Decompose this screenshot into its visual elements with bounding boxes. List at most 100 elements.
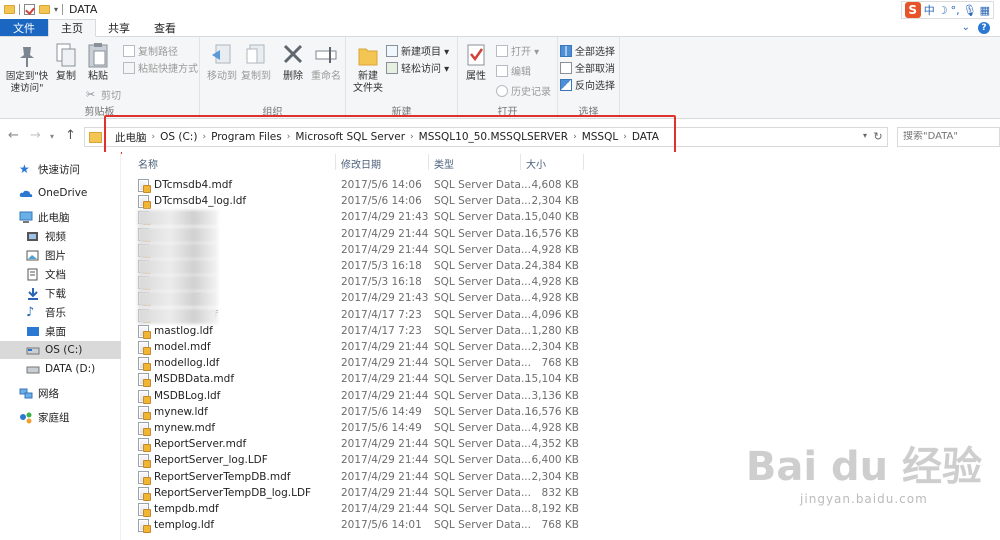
sidebar-item-videos[interactable]: 视频 [0,227,121,245]
crumb-data[interactable]: DATA [627,131,664,143]
table-row[interactable]: mdf2017/4/29 21:43SQL Server Data...4,92… [122,291,1000,308]
rename-button[interactable]: 重命名 [310,41,342,83]
properties-check-icon[interactable] [24,4,35,15]
easy-access-button[interactable]: 轻松访问 ▾ [386,60,449,75]
address-dropdown-icon[interactable]: ▾ [863,131,867,140]
table-row[interactable]: mynew.ldf 2017/5/6 14:49 SQL Server Data..… [122,405,1000,421]
ime-mode[interactable]: 中 [924,2,935,18]
sql-file-icon [138,454,151,469]
sql-file-icon [138,324,151,339]
copy-path-button[interactable]: 复制路径 [123,43,178,58]
table-row[interactable]: MSDBData.mdf 2017/4/29 21:44 SQL Server Da… [122,372,1000,388]
table-row[interactable]: 2017/5/3 16:18 SQL Server Data... 24,384 K… [122,259,1000,275]
column-header-date[interactable]: 修改日期 [341,156,381,171]
forward-arrow-icon[interactable]: → [30,128,41,143]
column-header-type[interactable]: 类型 [434,156,454,171]
sidebar-item-desktop[interactable]: 桌面 [0,322,121,340]
cell-date: 2017/4/29 21:44 [341,389,429,402]
ime-toolbar[interactable]: S 中 ☽ °, 🎙 ▦ [900,1,994,19]
expand-ribbon-icon[interactable]: ⌄ [962,22,970,33]
pin-quick-access-button[interactable]: 固定到"快速访问" [4,41,50,95]
select-none-button[interactable]: 全部取消 [560,60,615,75]
table-row[interactable]: ter.mdf2017/4/17 7:23SQL Server Data...4… [122,307,1000,324]
sidebar-item-data-d[interactable]: DATA (D:) [0,360,121,378]
sidebar-item-onedrive[interactable]: OneDrive [0,184,121,202]
cell-date: 2017/5/3 16:18 [341,276,422,289]
help-icon[interactable]: ? [978,21,990,34]
column-header-name[interactable]: 名称 [138,156,158,171]
tab-share[interactable]: 共享 [96,19,142,36]
sql-file-icon [138,179,151,193]
search-box[interactable] [897,127,1000,147]
crumb-os-c[interactable]: OS (C:) [155,131,202,143]
table-row[interactable]: MSDBLog.ldf 2017/4/29 21:44 SQL Server Dat… [122,389,1000,405]
customize-dropdown-icon[interactable]: ▾ [54,5,58,14]
up-arrow-icon[interactable]: ↑ [65,128,76,143]
crumb-mssql[interactable]: MSSQL [577,131,624,143]
tab-home[interactable]: 主页 [48,19,96,37]
sidebar-item-homegroup[interactable]: 家庭组 [0,408,121,426]
table-row[interactable]: modellog.ldf 2017/4/29 21:44 SQL Server Da… [122,356,1000,372]
cell-name: modellog.ldf [154,357,220,370]
sidebar-item-os-c[interactable]: OS (C:) [0,341,121,359]
crumb-program-files[interactable]: Program Files [206,131,287,143]
table-row[interactable]: DTcmsdb4.mdf 2017/5/6 14:06 SQL Server Dat… [122,178,1000,194]
table-row[interactable]: ldf2017/4/29 21:43SQL Server Data...15,0… [122,210,1000,227]
sidebar-item-quick-access[interactable]: ★ 快速访问 [0,160,121,178]
new-folder-icon[interactable] [39,5,50,14]
select-all-button[interactable]: 全部选择 [560,43,615,58]
table-row[interactable]: 2017/5/3 16:18 SQL Server Data... 4,928 KB [122,275,1000,292]
cell-name: MSDBLog.ldf [154,389,221,402]
table-row[interactable]: mastlog.ldf 2017/4/17 7:23 SQL Server Data… [122,324,1000,340]
table-row[interactable]: 2017/4/29 21:44 SQL Server Data... 4,928 K… [122,242,1000,259]
copy-to-button[interactable]: 复制到 [240,41,272,83]
search-input[interactable] [903,131,994,142]
sidebar-item-downloads[interactable]: 下载 [0,284,121,302]
recent-dropdown-icon[interactable]: ▾ [50,132,54,141]
cell-date: 2017/4/29 21:44 [341,341,429,353]
table-row[interactable]: model.mdf 2017/4/29 21:44 SQL Server Data.… [122,340,1000,356]
history-button[interactable]: 历史记录 [496,83,551,98]
move-to-button[interactable]: 移动到 [206,41,238,83]
ribbon: 固定到"快速访问" 复制 粘贴 复制路径 粘贴快捷方式 ✂ 剪切 剪贴板 移动到 [0,37,1000,119]
sidebar-item-music[interactable]: ♪ 音乐 [0,303,121,321]
cell-size: 2,304 KB [531,341,580,353]
paste-button[interactable]: 粘贴 [84,41,112,83]
cut-button[interactable]: ✂ 剪切 [86,87,121,102]
column-header-size[interactable]: 大小 [526,156,546,171]
address-bar[interactable]: 此电脑 › OS (C:) › Program Files › Microsof… [84,127,888,147]
rename-icon [315,47,337,63]
paste-shortcut-button[interactable]: 粘贴快捷方式 [123,60,198,75]
copy-button[interactable]: 复制 [52,41,80,83]
punctuation-icon[interactable]: °, [951,4,960,17]
refresh-icon[interactable]: ↻ [871,130,885,144]
new-item-button[interactable]: 新建项目 ▾ [386,43,449,58]
back-arrow-icon[interactable]: ← [8,128,19,143]
crumb-mssql10[interactable]: MSSQL10_50.MSSQLSERVER [414,131,573,143]
sidebar-item-network[interactable]: 网络 [0,384,121,402]
table-row[interactable]: templog.ldf 2017/5/6 14:01 SQL Server Data… [122,518,1000,534]
moon-icon[interactable]: ☽ [938,4,948,17]
invert-selection-icon [560,78,572,91]
new-folder-button[interactable]: 新建 文件夹 [350,41,386,95]
table-row[interactable]: DTcmsdb4_log.ldf 2017/5/6 14:06 SQL Server… [122,194,1000,210]
crumb-microsoft-sql-server[interactable]: Microsoft SQL Server [290,131,410,143]
tab-view[interactable]: 查看 [142,19,188,36]
delete-button[interactable]: 删除 [280,41,306,83]
cell-date: 2017/4/29 21:44 [341,438,429,451]
sidebar-item-documents[interactable]: 文档 [0,265,121,283]
tab-file[interactable]: 文件 [0,19,48,36]
table-row[interactable]: 2017/4/29 21:44 SQL Server Data... 16,576 … [122,226,1000,243]
open-button[interactable]: 打开 ▾ [496,43,539,58]
breadcrumb: 此电脑 › OS (C:) › Program Files › Microsof… [110,130,664,145]
sidebar-item-this-pc[interactable]: 此电脑 [0,208,121,226]
mic-icon[interactable]: 🎙 [963,4,977,17]
keyboard-icon[interactable]: ▦ [980,4,990,17]
group-select: 全部选择 全部取消 反向选择 选择 [558,37,620,119]
invert-selection-button[interactable]: 反向选择 [560,77,615,92]
crumb-this-pc[interactable]: 此电脑 [110,130,152,145]
sidebar-item-pictures[interactable]: 图片 [0,246,121,264]
folder-icon [4,5,15,14]
edit-button[interactable]: 编辑 [496,63,531,78]
properties-button[interactable]: 属性 [462,41,490,83]
